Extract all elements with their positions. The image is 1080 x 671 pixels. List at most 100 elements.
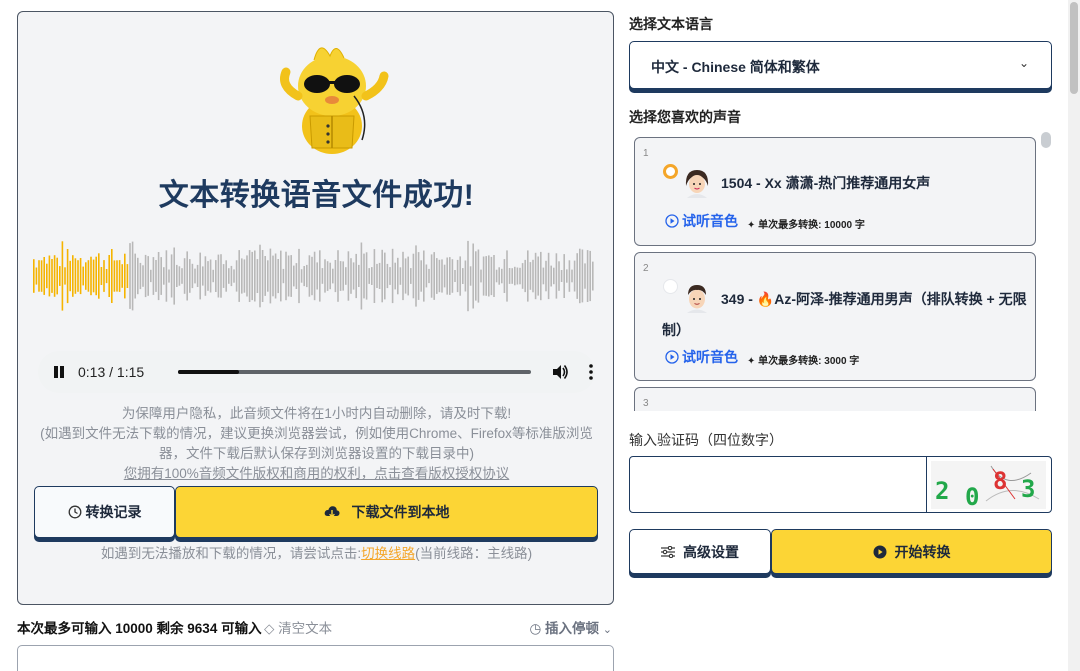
language-select[interactable]: 中文 - Chinese 简体和繁体 ⌄: [629, 41, 1052, 89]
clock-icon: [68, 505, 81, 519]
captcha-image[interactable]: 2 08 3: [931, 461, 1046, 509]
waveform-bar: [142, 265, 144, 287]
waveform-bar: [571, 269, 573, 283]
pause-icon[interactable]: [52, 365, 66, 379]
clear-text-button[interactable]: ◇ 清空文本: [264, 617, 332, 637]
voice-card[interactable]: 2 349 - 🔥Az-阿泽-推荐通用男声（排队转换 + 无限 制） 试听音色 …: [634, 252, 1036, 381]
waveform-bar: [295, 263, 298, 289]
waveform-bar: [116, 260, 118, 292]
waveform-bar: [402, 251, 404, 301]
waveform-bar: [321, 268, 324, 284]
waveform-bar: [290, 255, 292, 297]
page-scrollbar[interactable]: [1068, 0, 1080, 671]
listen-voice-button[interactable]: 试听音色: [665, 347, 738, 367]
voice-radio[interactable]: [663, 279, 678, 294]
waveform-bar: [189, 259, 191, 293]
voice-list-scrollbar[interactable]: [1041, 132, 1051, 148]
waveform-bar: [454, 270, 456, 282]
waveform-bar: [540, 251, 542, 301]
voice-card[interactable]: 1 1504 - Xx 潇潇-热门推荐通用女声 试听音色 ✦ 单次最多转换: 1…: [634, 137, 1036, 246]
start-convert-button[interactable]: 开始转换: [771, 529, 1052, 574]
waveform-bar: [170, 254, 173, 298]
waveform-bar: [124, 253, 126, 299]
page-scrollbar-thumb[interactable]: [1070, 2, 1078, 94]
waveform-bar: [415, 245, 417, 307]
waveform-bar: [87, 260, 90, 292]
waveform-bar: [105, 269, 108, 284]
advanced-settings-button[interactable]: 高级设置: [629, 529, 771, 574]
waveform-bar: [306, 264, 308, 288]
switch-line-prefix: 如遇到无法播放和下载的情况，请尝试点击:: [100, 546, 362, 561]
waveform-bar: [537, 256, 539, 296]
volume-icon[interactable]: [551, 363, 569, 381]
waveform-bar: [436, 258, 438, 294]
more-options-icon[interactable]: [584, 363, 598, 381]
start-convert-label: 开始转换: [894, 543, 951, 560]
waveform-bar: [532, 259, 534, 293]
waveform-bar: [194, 268, 196, 284]
waveform-bar: [144, 254, 147, 298]
insert-pause-button[interactable]: ◷ 插入停顿 ⌄: [529, 617, 612, 637]
waveform-bar: [241, 258, 243, 294]
waveform-bar: [220, 254, 222, 298]
listen-voice-button[interactable]: 试听音色: [665, 211, 738, 231]
waveform-bar: [430, 254, 433, 298]
clear-text-label: 清空文本: [278, 621, 333, 636]
waveform-bar: [558, 261, 560, 291]
waveform-bar: [113, 260, 116, 292]
waveform-bar: [550, 265, 552, 287]
waveform-bar: [521, 263, 524, 289]
copyright-link[interactable]: 您拥有100%音频文件版权和商用的权利，点击查看版权授权协议: [124, 466, 510, 481]
audio-waveform[interactable]: [33, 240, 596, 312]
captcha-digit: 3: [1021, 475, 1035, 503]
waveform-bar: [308, 255, 311, 297]
waveform-bar: [428, 268, 430, 284]
captcha-group: 2 08 3: [629, 456, 1052, 513]
voice-limit-text: 单次最多转换: 10000 字: [758, 220, 865, 231]
waveform-bar: [129, 243, 131, 309]
waveform-bar: [228, 268, 230, 284]
waveform-bar: [56, 257, 58, 295]
waveform-bar: [498, 267, 500, 285]
sliders-icon: [661, 545, 675, 558]
download-button[interactable]: 下载文件到本地: [175, 486, 598, 538]
voice-name-continued: 制）: [662, 322, 690, 338]
history-button[interactable]: 转换记录: [34, 486, 175, 538]
waveform-bar: [547, 252, 550, 300]
play-circle-icon: [873, 545, 886, 558]
voice-name: 349 - 🔥Az-阿泽-推荐通用男声（排队转换 + 无限: [721, 291, 1027, 307]
waveform-bar: [139, 262, 142, 290]
waveform-bar: [264, 256, 266, 296]
voice-card[interactable]: 3: [634, 387, 1036, 411]
waveform-bar: [581, 249, 584, 303]
switch-line-link[interactable]: 切换线路: [361, 546, 415, 561]
waveform-bar: [407, 256, 409, 296]
voice-radio-selected[interactable]: [663, 164, 678, 179]
timer-icon: ◷: [529, 621, 542, 636]
waveform-bar: [66, 249, 69, 304]
audio-player[interactable]: 0:13 / 1:15: [38, 351, 595, 393]
editor-toolbar: 本次最多可输入 10000 剩余 9634 可输入 ◇ 清空文本 ◷ 插入停顿 …: [17, 617, 614, 637]
captcha-digit: 0: [965, 483, 979, 509]
seek-bar[interactable]: [178, 370, 531, 374]
waveform-bar: [576, 253, 578, 299]
waveform-bar: [451, 259, 454, 293]
waveform-bar: [417, 252, 420, 300]
waveform-bar: [118, 260, 121, 292]
voice-list[interactable]: 1 1504 - Xx 潇潇-热门推荐通用女声 试听音色 ✦ 单次最多转换: 1…: [629, 131, 1052, 411]
captcha-input[interactable]: [630, 457, 927, 512]
waveform-bar: [199, 252, 201, 300]
waveform-bar: [209, 259, 212, 293]
waveform-bar: [178, 266, 181, 286]
waveform-bar: [137, 257, 139, 295]
waveform-bar: [360, 242, 363, 310]
waveform-bar: [287, 255, 290, 297]
waveform-bar: [300, 269, 303, 283]
text-input-area[interactable]: [17, 645, 614, 671]
waveform-bar: [186, 251, 188, 301]
waveform-bar: [160, 257, 162, 295]
result-card: 文本转换语音文件成功! 0:13 / 1:15 为保障用户隐私，此音频文件将在1…: [17, 11, 614, 605]
waveform-bar: [371, 267, 373, 285]
waveform-bar: [79, 258, 82, 295]
player-time: 0:13 / 1:15: [78, 364, 145, 380]
